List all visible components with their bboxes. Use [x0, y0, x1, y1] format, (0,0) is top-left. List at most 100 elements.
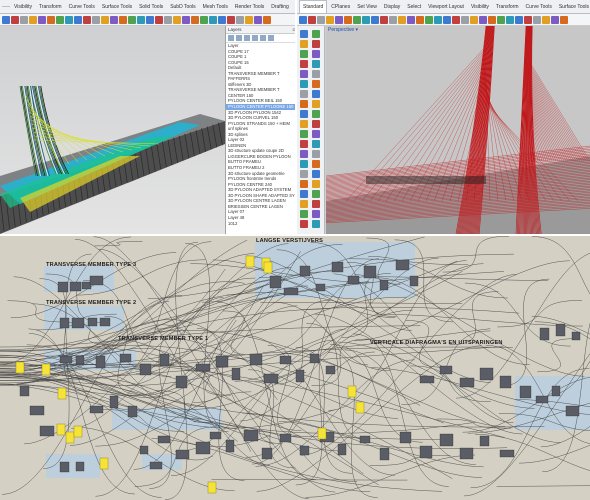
left-tool-icon[interactable] [227, 15, 235, 24]
gh-component[interactable] [331, 261, 344, 273]
gh-component[interactable] [299, 445, 310, 456]
side-tool-icon[interactable] [312, 220, 320, 228]
left-tool-icon[interactable] [209, 15, 217, 24]
right-tool-icon[interactable] [560, 15, 568, 24]
gh-component[interactable] [325, 365, 336, 375]
gh-component[interactable] [269, 275, 282, 289]
gh-component[interactable] [309, 353, 320, 364]
left-tab-9[interactable]: Drafting [268, 1, 292, 13]
gh-component[interactable] [89, 275, 104, 286]
right-tool-icon[interactable] [470, 15, 478, 24]
filter-icon[interactable] [268, 35, 274, 41]
layer-item[interactable]: 1012 [226, 221, 295, 227]
gh-component[interactable] [81, 281, 92, 290]
layers-panel[interactable]: Layers ≡ Layer COUPE 17 COUPE 1 COUPE 15 Def… [225, 26, 295, 234]
gh-component[interactable] [95, 355, 106, 369]
gh-component[interactable] [379, 447, 390, 461]
right-tool-icon[interactable] [335, 15, 343, 24]
left-tool-icon[interactable] [218, 15, 226, 24]
gh-component[interactable] [231, 367, 241, 381]
side-tool-icon[interactable] [312, 60, 320, 68]
gh-component[interactable] [75, 355, 85, 365]
gh-component[interactable] [363, 265, 377, 279]
side-tool-icon[interactable] [312, 160, 320, 168]
gh-component[interactable] [59, 317, 70, 329]
new-sublayer-icon[interactable] [236, 35, 242, 41]
right-tool-icon[interactable] [533, 15, 541, 24]
gh-component[interactable] [409, 275, 419, 287]
left-tool-icon[interactable] [20, 15, 28, 24]
gh-component[interactable] [139, 445, 149, 455]
gh-component[interactable] [127, 405, 138, 418]
gh-component[interactable] [99, 317, 111, 327]
side-tool-icon[interactable] [312, 120, 320, 128]
left-tool-icon[interactable] [119, 15, 127, 24]
panel-menu-icon[interactable]: ≡ [292, 26, 295, 33]
gh-component[interactable] [69, 281, 82, 292]
gh-panel[interactable] [65, 431, 75, 444]
new-layer-icon[interactable] [228, 35, 234, 41]
left-tool-icon[interactable] [74, 15, 82, 24]
gh-component[interactable] [499, 375, 512, 389]
left-tab-7[interactable]: Mesh Tools [200, 1, 231, 13]
left-tool-icon[interactable] [236, 15, 244, 24]
right-tool-icon[interactable] [416, 15, 424, 24]
delete-layer-icon[interactable] [244, 35, 250, 41]
layer-item[interactable]: PYLOON CENTER PYLOONE 150 [226, 104, 295, 110]
gh-component[interactable] [419, 375, 435, 384]
gh-component[interactable] [399, 431, 412, 444]
side-tool-icon[interactable] [312, 150, 320, 158]
side-tool-icon[interactable] [300, 170, 308, 178]
gh-component[interactable] [215, 355, 229, 368]
right-tool-icon[interactable] [317, 15, 325, 24]
right-tool-icon[interactable] [497, 15, 505, 24]
side-tool-icon[interactable] [300, 210, 308, 218]
gh-component[interactable] [535, 395, 549, 404]
left-tab-1[interactable]: Visibility [11, 1, 35, 13]
gh-component[interactable] [279, 355, 292, 365]
left-tab-10[interactable]: New in V7 [293, 1, 295, 13]
side-tool-icon[interactable] [312, 50, 320, 58]
left-tool-icon[interactable] [164, 15, 172, 24]
gh-panel[interactable] [207, 481, 217, 494]
side-tool-icon[interactable] [312, 130, 320, 138]
gh-component[interactable] [295, 369, 305, 383]
gh-component[interactable] [299, 265, 311, 277]
gh-component[interactable] [59, 355, 73, 364]
left-tool-icon[interactable] [38, 15, 46, 24]
gh-component[interactable] [75, 461, 85, 472]
left-tool-icon[interactable] [146, 15, 154, 24]
side-tool-icon[interactable] [300, 140, 308, 148]
gh-component[interactable] [19, 385, 30, 397]
grasshopper-canvas[interactable]: LANGSE VERSTIJVERS TRANSVERSE MEMBER TYP… [0, 236, 590, 500]
right-tool-icon[interactable] [344, 15, 352, 24]
left-tool-icon[interactable] [137, 15, 145, 24]
left-tool-icon[interactable] [182, 15, 190, 24]
gh-component[interactable] [439, 365, 453, 375]
gh-component[interactable] [175, 449, 190, 460]
gh-panel[interactable] [41, 363, 51, 376]
perspective-viewport[interactable]: Perspective ▾ [325, 25, 590, 234]
side-tool-icon[interactable] [300, 80, 308, 88]
gh-component[interactable] [209, 431, 222, 440]
side-tool-icon[interactable] [300, 190, 308, 198]
side-tool-icon[interactable] [300, 70, 308, 78]
gh-component[interactable] [279, 433, 292, 443]
gh-component[interactable] [347, 275, 360, 285]
right-tool-icon[interactable] [299, 15, 307, 24]
right-tool-icon[interactable] [488, 15, 496, 24]
gh-component[interactable] [89, 405, 104, 414]
gh-component[interactable] [175, 375, 188, 389]
side-tool-icon[interactable] [300, 200, 308, 208]
left-tab-0[interactable] [2, 6, 10, 7]
side-tool-icon[interactable] [300, 90, 308, 98]
gh-component[interactable] [249, 353, 263, 366]
gh-component[interactable] [261, 447, 273, 460]
left-tool-icon[interactable] [173, 15, 181, 24]
right-tab-5[interactable]: Viewport Layout [425, 1, 467, 13]
right-tool-icon[interactable] [398, 15, 406, 24]
gh-panel[interactable] [317, 427, 327, 440]
left-tool-icon[interactable] [200, 15, 208, 24]
left-tool-icon[interactable] [92, 15, 100, 24]
left-tab-2[interactable]: Transform [36, 1, 65, 13]
